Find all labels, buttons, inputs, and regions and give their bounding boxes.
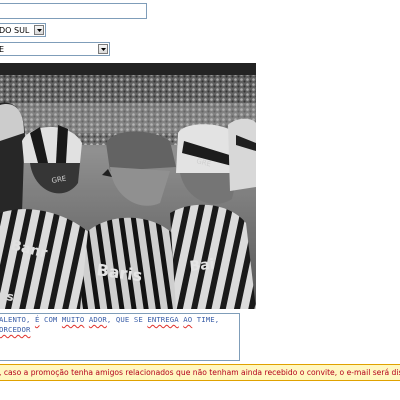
message-segment: COM [39,315,62,324]
message-textarea[interactable]: ALENTO, É COM MUITO ADOR, QUE SE ENTREGA… [0,313,240,361]
city-select[interactable]: E [0,42,110,56]
name-input[interactable] [0,3,147,19]
spellcheck-word: ENTREGA [147,315,179,324]
spellcheck-word: MUITO [61,315,85,324]
spellcheck-word: AO [183,315,193,324]
notice-bar: , caso a promoção tenha amigos relaciona… [0,364,400,381]
message-segment: TIME, [192,315,220,324]
message-segment: ALENTO, [0,315,35,324]
message-line: ALENTO, É COM MUITO ADOR, QUE SE ENTREGA… [0,315,237,325]
chevron-down-icon[interactable] [98,44,108,54]
chevron-down-icon[interactable] [34,25,44,35]
notice-text: , caso a promoção tenha amigos relaciona… [0,368,400,377]
state-select[interactable]: DO SUL [0,23,46,37]
spellcheck-word: ORCEDOR [0,325,31,334]
message-text: ALENTO, É COM MUITO ADOR, QUE SE ENTREGA… [0,315,237,335]
message-segment: , QUE SE [106,315,148,324]
city-select-value: E [0,44,4,55]
crowd-photo: GRE Baris GRE Bai Banr ris [0,63,256,309]
spellcheck-word: ADOR [88,315,107,324]
message-line: ORCEDOR [0,325,237,335]
state-select-value: DO SUL [0,26,30,35]
